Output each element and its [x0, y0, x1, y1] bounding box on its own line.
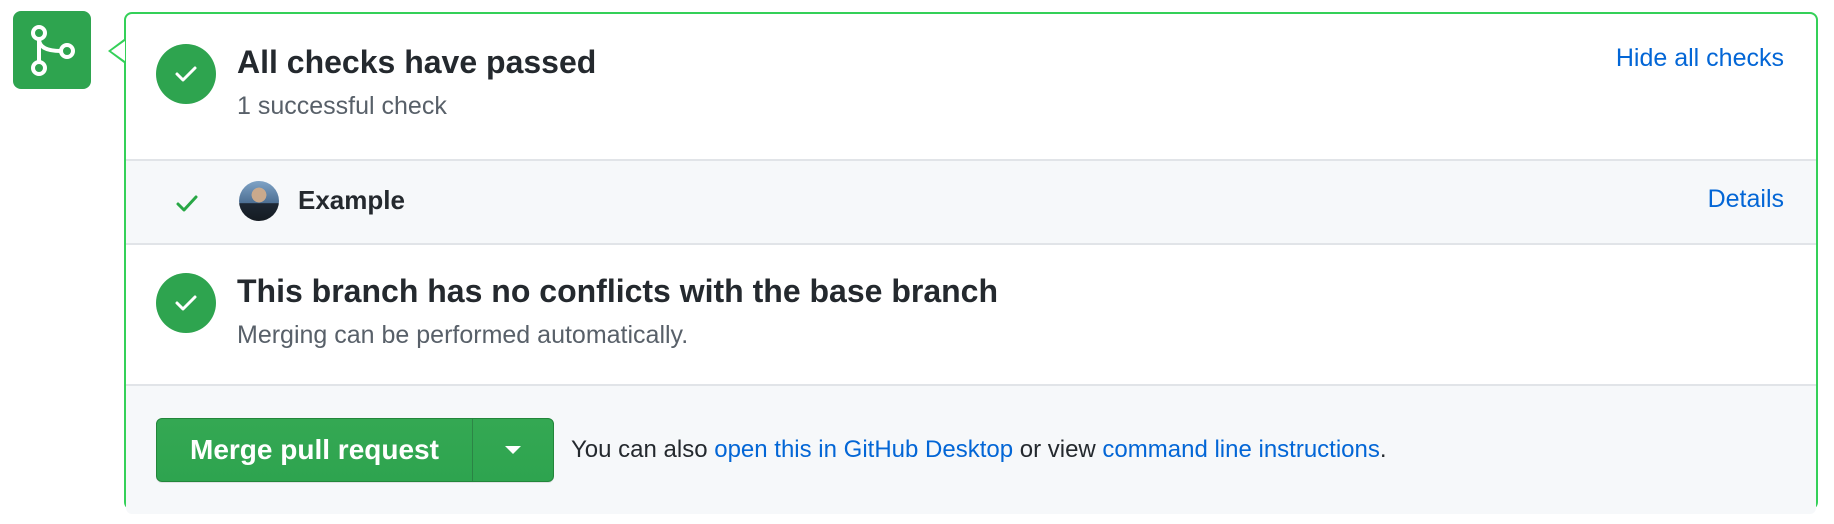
merge-actions: Merge pull request You can also open thi…	[126, 384, 1816, 514]
git-merge-icon	[13, 11, 91, 89]
hide-all-checks-link[interactable]: Hide all checks	[1616, 44, 1784, 73]
merge-alternatives-text: You can also open this in GitHub Desktop…	[571, 436, 1387, 464]
callout-pointer-fill	[111, 41, 125, 61]
checks-summary: All checks have passed 1 successful chec…	[126, 14, 1816, 158]
check-icon	[156, 44, 216, 104]
avatar	[239, 181, 279, 221]
checks-title: All checks have passed	[237, 44, 597, 80]
conflicts-title: This branch has no conflicts with the ba…	[237, 273, 999, 309]
triangle-down-icon	[504, 446, 521, 454]
command-line-instructions-link[interactable]: command line instructions	[1102, 436, 1379, 463]
merge-middle-text: or view	[1013, 436, 1103, 463]
merge-box: All checks have passed 1 successful chec…	[124, 12, 1818, 514]
check-item-row: Example Details	[126, 159, 1816, 245]
merge-pull-request-button[interactable]: Merge pull request	[157, 419, 472, 481]
merge-prefix-text: You can also	[571, 436, 715, 463]
merge-suffix-text: .	[1379, 436, 1387, 463]
checks-subtitle: 1 successful check	[237, 92, 447, 120]
conflicts-status: This branch has no conflicts with the ba…	[126, 243, 1816, 395]
check-icon	[156, 273, 216, 333]
merge-button-group: Merge pull request	[156, 418, 554, 482]
check-icon	[173, 189, 201, 222]
conflicts-subtitle: Merging can be performed automatically.	[237, 321, 689, 349]
check-item-name: Example	[298, 185, 405, 215]
details-link[interactable]: Details	[1708, 185, 1784, 214]
merge-options-dropdown[interactable]	[473, 419, 553, 481]
open-in-desktop-link[interactable]: open this in GitHub Desktop	[714, 436, 1013, 463]
